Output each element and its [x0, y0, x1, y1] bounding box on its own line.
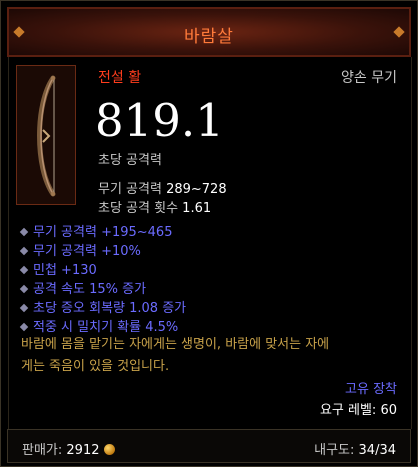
sell-value: 2912	[66, 443, 100, 458]
damage-label: 무기 공격력	[98, 182, 162, 197]
affix-line: 초당 증오 회복량 1.08 증가	[19, 297, 186, 316]
level-requirement: 요구 레벨: 60	[320, 399, 397, 418]
aps-stat: 초당 공격 횟수 1.61	[98, 197, 211, 216]
gold-coin-icon	[103, 444, 115, 455]
affix-line: 공격 속도 15% 증가	[19, 278, 146, 297]
sell-label: 판매가:	[22, 443, 63, 458]
damage-value: 289~728	[166, 182, 227, 197]
flavor-line: 바람에 몸을 맡기는 자에게는 생명이, 바람에 맞서는 자에	[21, 337, 330, 352]
item-quality: 전설 활	[98, 70, 142, 86]
item-tooltip: 바람살 전설 활 양손 무기 819.1 초당 공격력 무기 공격력 289~7…	[0, 0, 418, 467]
affix-line: 무기 공격력 +195~465	[19, 221, 172, 240]
affix-diamond-icon	[19, 322, 29, 332]
tooltip-footer: 판매가: 2912 내구도: 34/34	[7, 429, 411, 463]
item-slot: 양손 무기	[341, 70, 397, 86]
affix-diamond-icon	[19, 265, 29, 275]
durability-value: 34/34	[358, 443, 396, 458]
affix-diamond-icon	[19, 246, 29, 256]
durability-label: 내구도:	[314, 443, 355, 458]
item-name: 바람살	[184, 27, 234, 47]
tooltip-header: 바람살	[7, 7, 411, 57]
level-value: 60	[380, 403, 397, 418]
affix-line: 민첩 +130	[19, 259, 97, 278]
dps-value: 819.1	[95, 94, 224, 147]
damage-stat: 무기 공격력 289~728	[98, 178, 227, 197]
flavor-text: 바람에 몸을 맡기는 자에게는 생명이, 바람에 맞서는 자에 게는 죽음이 있…	[21, 334, 401, 378]
affix-diamond-icon	[19, 303, 29, 313]
affix-line: 적중 시 밀치기 확률 4.5%	[19, 316, 178, 335]
aps-value: 1.61	[182, 201, 212, 216]
bind-requirement: 고유 장착	[345, 382, 397, 397]
durability: 내구도: 34/34	[314, 439, 396, 458]
affix-line: 무기 공격력 +10%	[19, 240, 141, 259]
aps-label: 초당 공격 횟수	[98, 201, 179, 216]
affix-diamond-icon	[19, 227, 29, 237]
affix-diamond-icon	[19, 284, 29, 294]
bow-icon	[37, 75, 56, 197]
dps-label: 초당 공격력	[98, 153, 162, 168]
item-icon-frame	[16, 65, 76, 205]
level-label: 요구 레벨:	[319, 403, 377, 418]
sell-price: 판매가: 2912	[22, 439, 115, 458]
flavor-line: 게는 죽음이 있을 것입니다.	[21, 359, 170, 374]
